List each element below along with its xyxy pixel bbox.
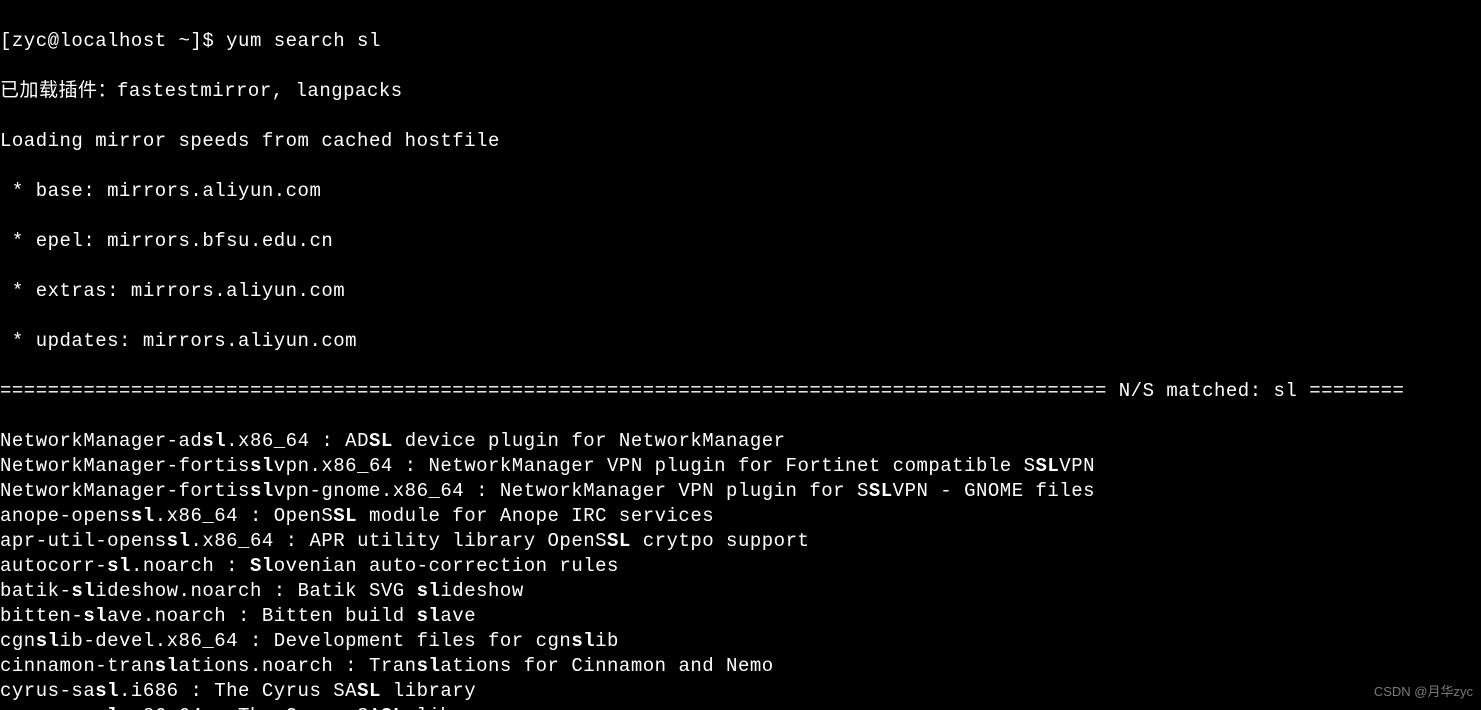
result-text: .x86_64 : OpenS — [155, 505, 334, 527]
result-text: vpn.x86_64 : NetworkManager VPN plugin f… — [274, 455, 1036, 477]
result-text: ideshow.noarch : Batik SVG — [95, 580, 416, 602]
match-highlight: sl — [107, 555, 131, 577]
result-text: ib — [595, 630, 619, 652]
match-highlight: sl — [131, 505, 155, 527]
prompt-line: [zyc@localhost ~]$ yum search sl — [0, 29, 1481, 54]
result-text: bitten- — [0, 605, 83, 627]
separator-line: ========================================… — [0, 379, 1481, 404]
result-text: .x86_64 : AD — [226, 430, 369, 452]
match-highlight: sl — [83, 605, 107, 627]
match-highlight: SL — [369, 430, 393, 452]
result-text: cyrus-sa — [0, 680, 95, 702]
match-highlight: sl — [250, 455, 274, 477]
result-text: ib-devel.x86_64 : Development files for … — [60, 630, 572, 652]
result-text: autocorr- — [0, 555, 107, 577]
match-highlight: SL — [333, 505, 357, 527]
match-highlight: Sl — [250, 555, 274, 577]
plugins-line: 已加载插件：fastestmirror, langpacks — [0, 79, 1481, 104]
match-highlight: sl — [95, 705, 119, 710]
result-text: ovenian auto-correction rules — [274, 555, 619, 577]
result-text: anope-opens — [0, 505, 131, 527]
result-text: NetworkManager-fortis — [0, 455, 250, 477]
match-highlight: sl — [71, 580, 95, 602]
result-line: cinnamon-translations.noarch : Translati… — [0, 654, 1481, 679]
match-highlight: SL — [1035, 455, 1059, 477]
result-text: .x86_64 : APR utility library OpenS — [190, 530, 607, 552]
result-text: ideshow — [440, 580, 523, 602]
result-line: cgnslib-devel.x86_64 : Development files… — [0, 629, 1481, 654]
result-text: ations for Cinnamon and Nemo — [440, 655, 773, 677]
result-text: .noarch : — [131, 555, 250, 577]
result-text: ave.noarch : Bitten build — [107, 605, 416, 627]
result-text: VPN — [1059, 455, 1095, 477]
mirror-line: * base: mirrors.aliyun.com — [0, 179, 1481, 204]
match-highlight: sl — [95, 680, 119, 702]
match-highlight: sl — [417, 655, 441, 677]
match-label: N/S matched: sl — [1119, 380, 1298, 402]
match-highlight: SL — [607, 530, 631, 552]
mirror-line: * epel: mirrors.bfsu.edu.cn — [0, 229, 1481, 254]
match-highlight: sl — [571, 630, 595, 652]
result-line: autocorr-sl.noarch : Slovenian auto-corr… — [0, 554, 1481, 579]
result-text: ations.noarch : Tran — [179, 655, 417, 677]
result-text: library — [405, 705, 500, 710]
command-text: yum search sl — [226, 30, 381, 52]
match-highlight: SL — [381, 705, 405, 710]
match-highlight: SL — [357, 680, 381, 702]
result-line: cyrus-sasl.x86_64 : The Cyrus SASL libra… — [0, 704, 1481, 710]
results-block: NetworkManager-adsl.x86_64 : ADSL device… — [0, 429, 1481, 710]
terminal[interactable]: [zyc@localhost ~]$ yum search sl 已加载插件：f… — [0, 0, 1481, 710]
result-text: cinnamon-tran — [0, 655, 155, 677]
match-highlight: sl — [202, 430, 226, 452]
result-text: NetworkManager-ad — [0, 430, 202, 452]
result-text: NetworkManager-fortis — [0, 480, 250, 502]
result-line: apr-util-openssl.x86_64 : APR utility li… — [0, 529, 1481, 554]
result-text: module for Anope IRC services — [357, 505, 714, 527]
result-text: library — [381, 680, 476, 702]
result-text: cyrus-sa — [0, 705, 95, 710]
shell-prompt: [zyc@localhost ~]$ — [0, 30, 226, 52]
result-text: device plugin for NetworkManager — [393, 430, 786, 452]
result-text: crytpo support — [631, 530, 810, 552]
match-highlight: sl — [250, 480, 274, 502]
result-line: batik-slideshow.noarch : Batik SVG slide… — [0, 579, 1481, 604]
result-line: anope-openssl.x86_64 : OpenSSL module fo… — [0, 504, 1481, 529]
result-text: vpn-gnome.x86_64 : NetworkManager VPN pl… — [274, 480, 869, 502]
mirror-line: * updates: mirrors.aliyun.com — [0, 329, 1481, 354]
result-line: NetworkManager-fortisslvpn.x86_64 : Netw… — [0, 454, 1481, 479]
result-text: ave — [440, 605, 476, 627]
match-highlight: sl — [167, 530, 191, 552]
mirror-line: * extras: mirrors.aliyun.com — [0, 279, 1481, 304]
match-highlight: sl — [417, 605, 441, 627]
watermark: CSDN @月华zyc — [1374, 679, 1473, 704]
result-text: batik- — [0, 580, 71, 602]
result-text: apr-util-opens — [0, 530, 167, 552]
match-highlight: sl — [155, 655, 179, 677]
result-text: VPN - GNOME files — [893, 480, 1095, 502]
result-text: .x86_64 : The Cyrus SA — [119, 705, 381, 710]
result-line: NetworkManager-fortisslvpn-gnome.x86_64 … — [0, 479, 1481, 504]
match-highlight: sl — [36, 630, 60, 652]
result-line: cyrus-sasl.i686 : The Cyrus SASL library — [0, 679, 1481, 704]
result-text: .i686 : The Cyrus SA — [119, 680, 357, 702]
match-highlight: sl — [417, 580, 441, 602]
result-text: cgn — [0, 630, 36, 652]
result-line: NetworkManager-adsl.x86_64 : ADSL device… — [0, 429, 1481, 454]
result-line: bitten-slave.noarch : Bitten build slave — [0, 604, 1481, 629]
loading-mirrors-line: Loading mirror speeds from cached hostfi… — [0, 129, 1481, 154]
match-highlight: SL — [869, 480, 893, 502]
